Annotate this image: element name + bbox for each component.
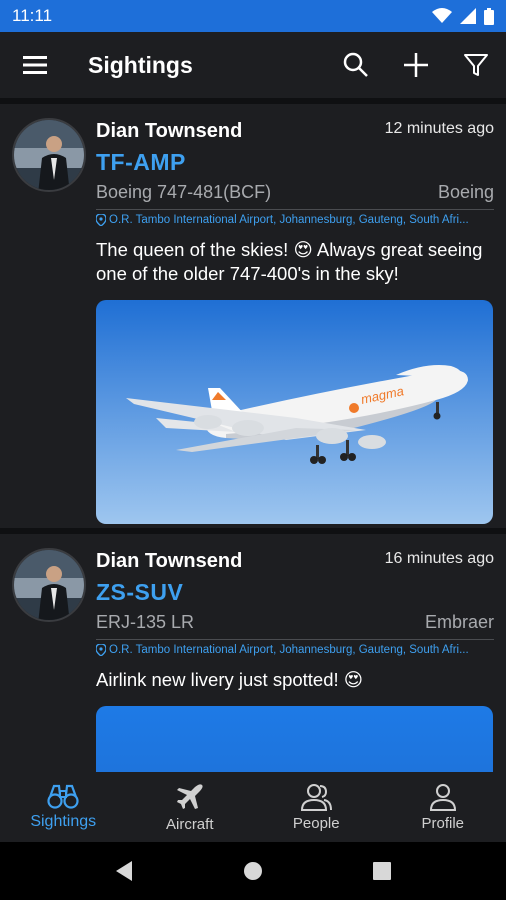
aircraft-type: ERJ-135 LR xyxy=(96,612,195,632)
search-icon xyxy=(343,52,368,77)
nav-item-sightings[interactable]: Sightings xyxy=(0,772,127,842)
battery-icon xyxy=(484,7,494,25)
status-time: 11:11 xyxy=(12,6,53,25)
avatar[interactable] xyxy=(12,118,86,192)
person-icon xyxy=(429,783,456,811)
bottom-nav: Sightings Aircraft People Profile xyxy=(0,772,506,842)
registration[interactable]: ZS-SUV xyxy=(96,579,494,606)
sightings-feed[interactable]: Dian Townsend 12 minutes ago TF-AMP Boei… xyxy=(0,98,506,772)
location[interactable]: O.R. Tambo International Airport, Johann… xyxy=(96,644,494,656)
nav-item-aircraft[interactable]: Aircraft xyxy=(127,772,254,842)
filter-icon xyxy=(464,54,488,76)
nav-item-profile[interactable]: Profile xyxy=(380,772,506,842)
people-icon xyxy=(301,783,333,811)
system-nav-bar xyxy=(0,842,506,900)
sighting-card[interactable]: Dian Townsend 12 minutes ago TF-AMP Boei… xyxy=(0,104,506,528)
user-name[interactable]: Dian Townsend xyxy=(96,550,242,573)
nav-label-sightings: Sightings xyxy=(30,813,97,830)
plus-icon xyxy=(404,53,428,77)
timestamp: 16 minutes ago xyxy=(384,550,494,567)
user-name[interactable]: Dian Townsend xyxy=(96,120,242,143)
location-text: O.R. Tambo International Airport, Johann… xyxy=(109,644,469,656)
nav-label-aircraft: Aircraft xyxy=(165,815,214,833)
home-icon[interactable] xyxy=(242,860,264,882)
sighting-card[interactable]: Dian Townsend 16 minutes ago ZS-SUV ERJ-… xyxy=(0,534,506,772)
airplane-icon xyxy=(176,783,203,809)
divider xyxy=(96,639,494,640)
timestamp: 12 minutes ago xyxy=(384,120,494,137)
location-pin-icon xyxy=(96,214,106,226)
menu-button[interactable] xyxy=(0,32,70,98)
hamburger-icon xyxy=(23,56,47,74)
recents-icon[interactable] xyxy=(372,861,392,881)
sighting-photo[interactable]: magma xyxy=(96,300,493,524)
caption: Airlink new livery just spotted! 😍 xyxy=(96,669,364,690)
nav-item-people[interactable]: People xyxy=(253,772,380,842)
nav-label-people: People xyxy=(292,814,340,832)
search-button[interactable] xyxy=(326,32,386,98)
caption: The queen of the skies! 😍 Always great s… xyxy=(96,239,483,284)
registration[interactable]: TF-AMP xyxy=(96,149,494,176)
add-button[interactable] xyxy=(386,32,446,98)
status-icons xyxy=(432,7,494,25)
location[interactable]: O.R. Tambo International Airport, Johann… xyxy=(96,214,494,226)
binoculars-icon xyxy=(47,784,79,809)
location-text: O.R. Tambo International Airport, Johann… xyxy=(109,214,469,226)
divider xyxy=(96,209,494,210)
back-icon[interactable] xyxy=(114,860,134,882)
nav-label-profile: Profile xyxy=(421,814,465,832)
aircraft-type: Boeing 747-481(BCF) xyxy=(96,182,272,202)
manufacturer: Embraer xyxy=(424,612,494,632)
status-bar: 11:11 xyxy=(0,0,506,32)
app-bar: Sightings xyxy=(0,32,506,98)
manufacturer: Boeing xyxy=(437,182,494,202)
sighting-photo[interactable] xyxy=(96,706,493,772)
wifi-icon xyxy=(432,8,452,23)
avatar[interactable] xyxy=(12,548,86,622)
page-title: Sightings xyxy=(88,51,193,78)
location-pin-icon xyxy=(96,644,106,656)
filter-button[interactable] xyxy=(446,32,506,98)
signal-icon xyxy=(460,8,476,24)
